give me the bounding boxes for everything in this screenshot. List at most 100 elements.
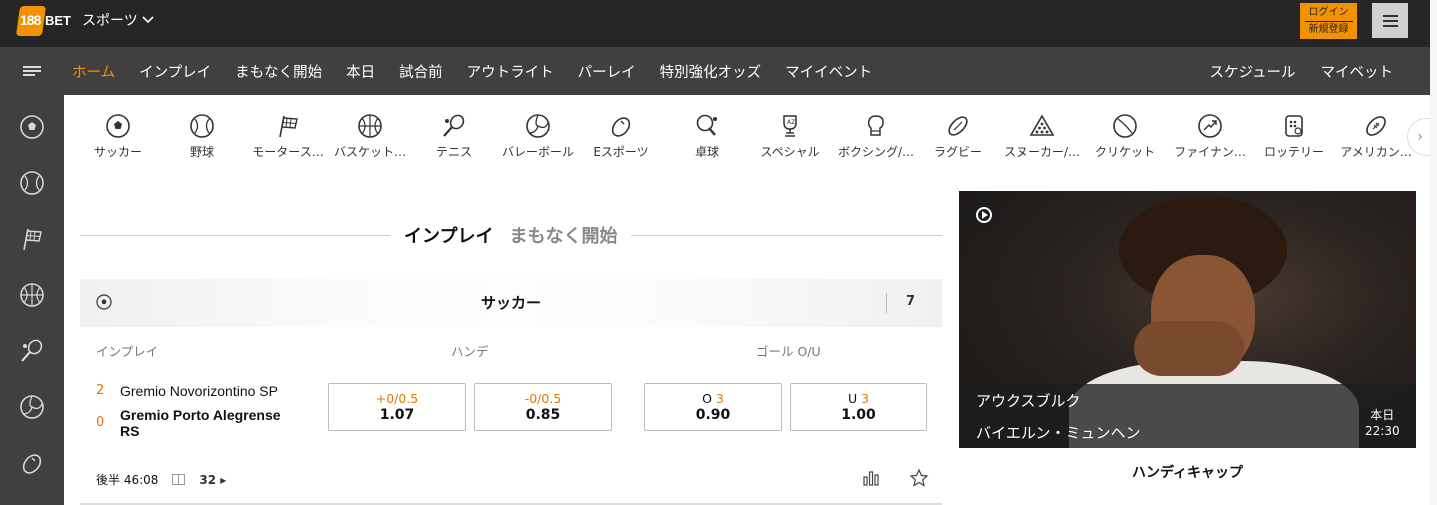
boxing-icon [868, 115, 884, 136]
login-register-button[interactable]: ログイン 新規登録 [1300, 3, 1357, 39]
sport-section-header[interactable]: サッカー 7 [80, 279, 942, 327]
sport-tab-basketball[interactable]: バスケット… [327, 113, 413, 160]
login-label[interactable]: ログイン [1300, 6, 1357, 20]
cricket-icon [1113, 114, 1137, 138]
pitch-icon[interactable] [172, 474, 186, 485]
esports-icon [22, 454, 42, 474]
baseball-icon [190, 114, 214, 138]
brand-logo[interactable]: 188 BET [15, 6, 71, 36]
tab-starting-soon[interactable]: まもなく開始 [509, 222, 617, 248]
sidebar-item-soccer[interactable] [19, 114, 45, 140]
match-clock: 後半 46:08 [96, 473, 159, 487]
nav-item[interactable]: パーレイ [578, 61, 636, 82]
more-markets-link[interactable]: 32 ▸ [199, 473, 226, 487]
sidebar-item-tennis[interactable] [19, 338, 45, 364]
column-header-handicap: ハンデ [451, 344, 489, 359]
home-team-name[interactable]: Gremio Novorizontino SP [120, 383, 278, 399]
sport-tab-cricket[interactable]: クリケット [1082, 113, 1168, 160]
nav-right-items: スケジュール マイベット [1210, 47, 1394, 95]
sport-tab-volleyball[interactable]: バレーボール [495, 113, 581, 160]
play-icon [975, 206, 992, 223]
top-bar: 188 BET スポーツ ログイン 新規登録 [0, 0, 1437, 47]
nav-item[interactable]: 試合前 [399, 61, 443, 82]
under-label: U [847, 391, 858, 406]
away-team-name[interactable]: Gremio Porto Alegrense [120, 407, 281, 423]
featured-match-banner[interactable]: アウクスブルク バイエルン・ミュンヘン 本日 22:30 [959, 191, 1416, 448]
sport-tab-label: ファイナン… [1174, 145, 1246, 159]
handicap-away-odds-button[interactable]: -0/0.5 0.85 [474, 383, 612, 431]
sport-tab-soccer[interactable]: サッカー [75, 113, 161, 160]
sport-tab-rugby[interactable]: ラグビー [915, 113, 1001, 160]
under-odds-button[interactable]: U 3 1.00 [790, 383, 927, 431]
sport-tab-flag[interactable]: モータース… [245, 113, 331, 160]
sport-tab-trophy[interactable]: AZ スペシャル [747, 113, 833, 160]
sport-tab-label: モータース… [252, 145, 324, 159]
sport-tab-esports[interactable]: Eスポーツ [578, 113, 664, 160]
away-team-name-line2[interactable]: RS [120, 423, 139, 439]
featured-match-overlay: アウクスブルク バイエルン・ミュンヘン [959, 384, 1416, 448]
soccer-icon [20, 115, 44, 139]
sport-tab-lottery[interactable]: ロッテリー [1251, 113, 1337, 160]
sport-tab-label: テニス [435, 145, 472, 159]
handicap-home-line: +0/0.5 [375, 391, 419, 406]
featured-date-time: 22:30 [1365, 424, 1400, 438]
american-football-icon [1366, 116, 1386, 136]
sports-menu-dropdown[interactable]: スポーツ [82, 10, 154, 30]
section-event-count: 7 [906, 294, 916, 309]
volleyball-icon [20, 395, 44, 419]
sport-tab-label: 野球 [189, 145, 214, 159]
sport-sidebar [0, 95, 64, 505]
sidebar-item-basketball[interactable] [19, 282, 45, 308]
main-menu-button[interactable] [1372, 3, 1408, 38]
over-odds-button[interactable]: O 3 0.90 [644, 383, 782, 431]
stats-icon[interactable] [861, 468, 881, 488]
sport-tab-label: バレーボール [501, 145, 574, 159]
featured-match-time: 本日 22:30 [1365, 407, 1400, 439]
sport-tab-label: バスケット… [333, 145, 406, 159]
nav-item[interactable]: インプレイ [139, 61, 211, 82]
sport-tab-label: Eスポーツ [593, 145, 649, 159]
sport-tab-baseball[interactable]: 野球 [159, 113, 245, 160]
sport-tab-label: スヌーカー/… [1003, 145, 1081, 159]
section-title: サッカー [480, 294, 541, 312]
esports-icon [611, 117, 631, 137]
flag-icon [279, 115, 298, 138]
sidebar-item-flag[interactable] [19, 226, 45, 252]
page-scrollbar[interactable] [1430, 0, 1437, 505]
handicap-away-odds: 0.85 [525, 407, 561, 423]
away-score: 0 [96, 415, 105, 430]
sport-tab-boxing[interactable]: ボクシング/… [833, 113, 919, 160]
tab-inplay[interactable]: インプレイ [404, 222, 493, 248]
sport-tab-finance[interactable]: ファイナン… [1167, 113, 1253, 160]
favorite-star-icon[interactable] [909, 468, 929, 488]
nav-toggle-icon[interactable] [23, 66, 41, 77]
sidebar-item-esports[interactable] [19, 450, 45, 476]
sports-carousel: サッカー 野球 モータース… バスケット… テニス バレーボール Eスポーツ 卓球 AZ スペシャ… [64, 95, 1437, 175]
play-video-button[interactable] [968, 199, 999, 230]
sport-tab-label: スペシャル [760, 145, 820, 159]
nav-item[interactable]: マイイベント [785, 61, 872, 82]
handicap-away-line: -0/0.5 [524, 391, 562, 406]
sport-tab-label: サッカー [93, 145, 142, 159]
column-header-goal-ou: ゴール O/U [756, 344, 821, 359]
over-label: O [702, 391, 712, 406]
register-label[interactable]: 新規登録 [1300, 23, 1357, 37]
sport-tab-label: アメリカン… [1340, 145, 1412, 159]
sidebar-item-volleyball[interactable] [19, 394, 45, 420]
lottery-icon [1285, 115, 1303, 137]
handicap-home-odds-button[interactable]: +0/0.5 1.07 [328, 383, 466, 431]
nav-item[interactable]: アウトライト [467, 61, 554, 82]
main-navbar: ホーム インプレイ まもなく開始 本日 試合前 アウトライト パーレイ 特別強化オッズ マイイベ… [0, 47, 1437, 95]
sport-tab-snooker[interactable]: スヌーカー/… [999, 113, 1085, 160]
sport-tab-tennis[interactable]: テニス [411, 113, 497, 160]
featured-market-caption[interactable]: ハンディキャップ [959, 462, 1416, 482]
nav-item[interactable]: 本日 [346, 61, 375, 82]
nav-right-item[interactable]: スケジュール [1210, 61, 1296, 82]
nav-item[interactable]: まもなく開始 [235, 61, 322, 82]
nav-item[interactable]: ホーム [72, 61, 115, 82]
sport-tab-table-tennis[interactable]: 卓球 [664, 113, 750, 160]
over-line: 3 [715, 391, 724, 406]
nav-right-item[interactable]: マイベット [1321, 61, 1394, 82]
nav-item[interactable]: 特別強化オッズ [660, 61, 762, 82]
sidebar-item-baseball[interactable] [19, 170, 45, 196]
